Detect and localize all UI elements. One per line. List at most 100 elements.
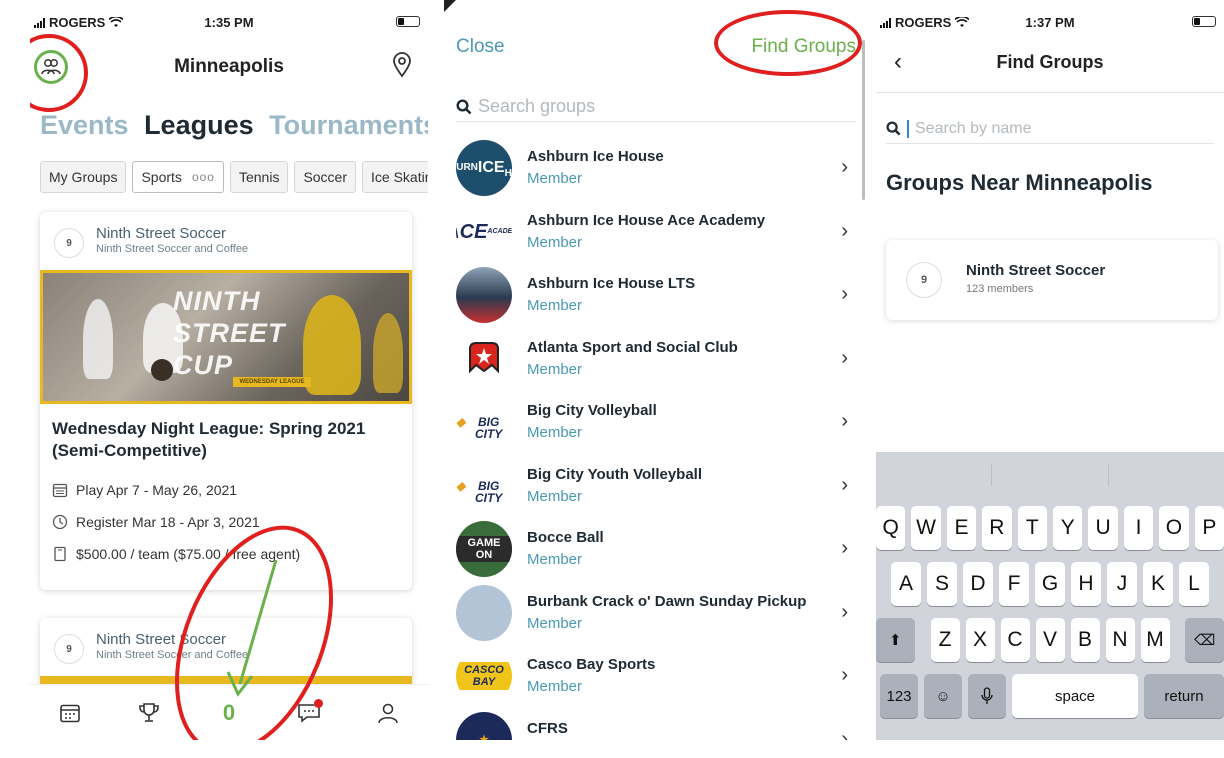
key-c[interactable]: C xyxy=(1000,618,1030,662)
search-placeholder: Search by name xyxy=(915,119,1032,137)
key-x[interactable]: X xyxy=(965,618,995,662)
key-i[interactable]: I xyxy=(1123,506,1154,550)
keyboard-suggestions xyxy=(876,452,1224,498)
dictation-key[interactable] xyxy=(968,674,1006,718)
divider xyxy=(876,92,1224,93)
text-cursor xyxy=(907,119,909,138)
key-h[interactable]: H xyxy=(1071,562,1101,606)
group-role: Member xyxy=(527,551,583,568)
return-key[interactable]: return xyxy=(1144,674,1224,718)
shift-key[interactable]: ⬆ xyxy=(876,618,915,662)
list-item[interactable]: Atlanta Sport and Social Club Member › xyxy=(444,327,868,391)
key-t[interactable]: T xyxy=(1017,506,1047,550)
group-name: Ninth Street Soccer xyxy=(966,262,1106,279)
group-logo: ★ xyxy=(456,711,512,740)
group-logo: ACEACADEMY xyxy=(456,203,512,260)
chevron-right-icon: › xyxy=(841,473,848,496)
chevron-right-icon: › xyxy=(841,664,848,686)
annotation-arrow xyxy=(174,525,334,740)
chevron-right-icon: › xyxy=(841,219,848,242)
group-role: Member xyxy=(527,297,583,314)
group-logo: 9 xyxy=(906,262,942,298)
key-v[interactable]: V xyxy=(1035,618,1065,662)
search-placeholder: Search groups xyxy=(478,96,596,116)
chevron-right-icon: › xyxy=(841,346,848,369)
list-item[interactable]: ACEACADEMY Ashburn Ice House Ace Academy… xyxy=(444,200,868,264)
list-item[interactable]: CASCO BAY Casco Bay Sports Member › xyxy=(444,644,868,708)
list-item[interactable]: ★ CFRS › xyxy=(444,708,868,741)
group-logo xyxy=(456,267,512,323)
group-logo: ◆ BIG CITY xyxy=(456,457,512,514)
key-m[interactable]: M xyxy=(1140,618,1170,662)
find-groups-screen: ROGERS 1:37 PM ‹ Find Groups Search by n… xyxy=(876,0,1224,740)
chevron-right-icon: › xyxy=(841,537,848,559)
keyboard-row-3: ⬆ Z X C V B N M ⌫ xyxy=(876,618,1224,662)
group-role: Member xyxy=(527,678,583,695)
key-l[interactable]: L xyxy=(1179,562,1209,606)
key-q[interactable]: Q xyxy=(876,506,906,550)
key-n[interactable]: N xyxy=(1105,618,1135,662)
key-f[interactable]: F xyxy=(999,562,1029,606)
group-name: Casco Bay Sports xyxy=(527,656,656,673)
list-item[interactable]: ASHBURNICEHOUSE Ashburn Ice House Member… xyxy=(444,136,868,200)
search-icon xyxy=(886,121,901,136)
group-name: Burbank Crack o' Dawn Sunday Pickup xyxy=(527,592,807,610)
group-role: Member xyxy=(527,360,583,378)
key-j[interactable]: J xyxy=(1107,562,1137,606)
group-logo: GAME ON xyxy=(456,521,512,577)
on-screen-keyboard: Q W E R T Y U I O P A S D F G H J K L ⬆ … xyxy=(876,452,1224,740)
group-logo xyxy=(456,584,512,641)
search-input[interactable]: Search groups xyxy=(456,92,856,122)
group-logo xyxy=(456,330,512,387)
list-item[interactable]: ◆ BIG CITY Big City Volleyball Member › xyxy=(444,390,868,454)
backspace-key[interactable]: ⌫ xyxy=(1185,618,1224,662)
numbers-key[interactable]: 123 xyxy=(880,674,918,718)
groups-sheet: Close Find Groups Search groups ASHBURNI… xyxy=(444,0,868,740)
backspace-icon: ⌫ xyxy=(1194,632,1216,649)
chevron-right-icon: › xyxy=(841,156,848,178)
close-button[interactable]: Close xyxy=(456,36,505,58)
group-result-card[interactable]: 9 Ninth Street Soccer 123 members xyxy=(886,240,1218,320)
microphone-icon xyxy=(981,687,993,704)
keyboard-row-2: A S D F G H J K L xyxy=(876,562,1224,606)
group-logo: ◆ BIG CITY xyxy=(456,394,512,450)
space-key[interactable]: space xyxy=(1012,674,1138,718)
search-icon xyxy=(456,98,472,114)
key-d[interactable]: D xyxy=(963,562,993,606)
battery-icon xyxy=(1192,16,1216,27)
key-s[interactable]: S xyxy=(927,562,957,606)
groups-list: ASHBURNICEHOUSE Ashburn Ice House Member… xyxy=(444,136,868,740)
key-o[interactable]: O xyxy=(1159,506,1189,550)
key-y[interactable]: Y xyxy=(1053,506,1083,550)
page-title: Find Groups xyxy=(996,52,1104,72)
find-groups-button[interactable]: Find Groups xyxy=(751,36,856,58)
list-item[interactable]: GAME ON Bocce Ball Member › xyxy=(444,517,868,581)
key-a[interactable]: A xyxy=(891,562,921,606)
list-item[interactable]: Burbank Crack o' Dawn Sunday Pickup Memb… xyxy=(444,581,868,645)
group-role: Member xyxy=(527,170,583,187)
chevron-right-icon: › xyxy=(841,283,848,305)
list-item[interactable]: Ashburn Ice House LTS Member › xyxy=(444,263,868,327)
group-role: Member xyxy=(527,487,583,505)
key-e[interactable]: E xyxy=(946,506,977,550)
group-name: Big City Volleyball xyxy=(527,402,657,419)
key-w[interactable]: W xyxy=(911,506,941,550)
sheet-corner xyxy=(444,0,456,12)
key-u[interactable]: U xyxy=(1088,506,1118,550)
search-input[interactable]: Search by name xyxy=(886,114,1214,144)
clock: 1:37 PM xyxy=(1025,15,1075,30)
key-k[interactable]: K xyxy=(1143,562,1173,606)
keyboard-row-4: 123 ☺ space return xyxy=(876,674,1224,718)
key-z[interactable]: Z xyxy=(930,618,960,662)
group-name: CFRS xyxy=(527,719,568,737)
key-r[interactable]: R xyxy=(982,506,1012,550)
key-p[interactable]: P xyxy=(1194,506,1224,550)
key-g[interactable]: G xyxy=(1035,562,1065,606)
section-heading: Groups Near Minneapolis xyxy=(886,170,1153,195)
group-logo: ASHBURNICEHOUSE xyxy=(456,140,512,196)
emoji-key[interactable]: ☺ xyxy=(924,674,962,718)
list-item[interactable]: ◆ BIG CITY Big City Youth Volleyball Memb… xyxy=(444,454,868,518)
group-role: Member xyxy=(527,424,583,441)
chevron-right-icon: › xyxy=(841,727,848,741)
key-b[interactable]: B xyxy=(1070,618,1100,662)
